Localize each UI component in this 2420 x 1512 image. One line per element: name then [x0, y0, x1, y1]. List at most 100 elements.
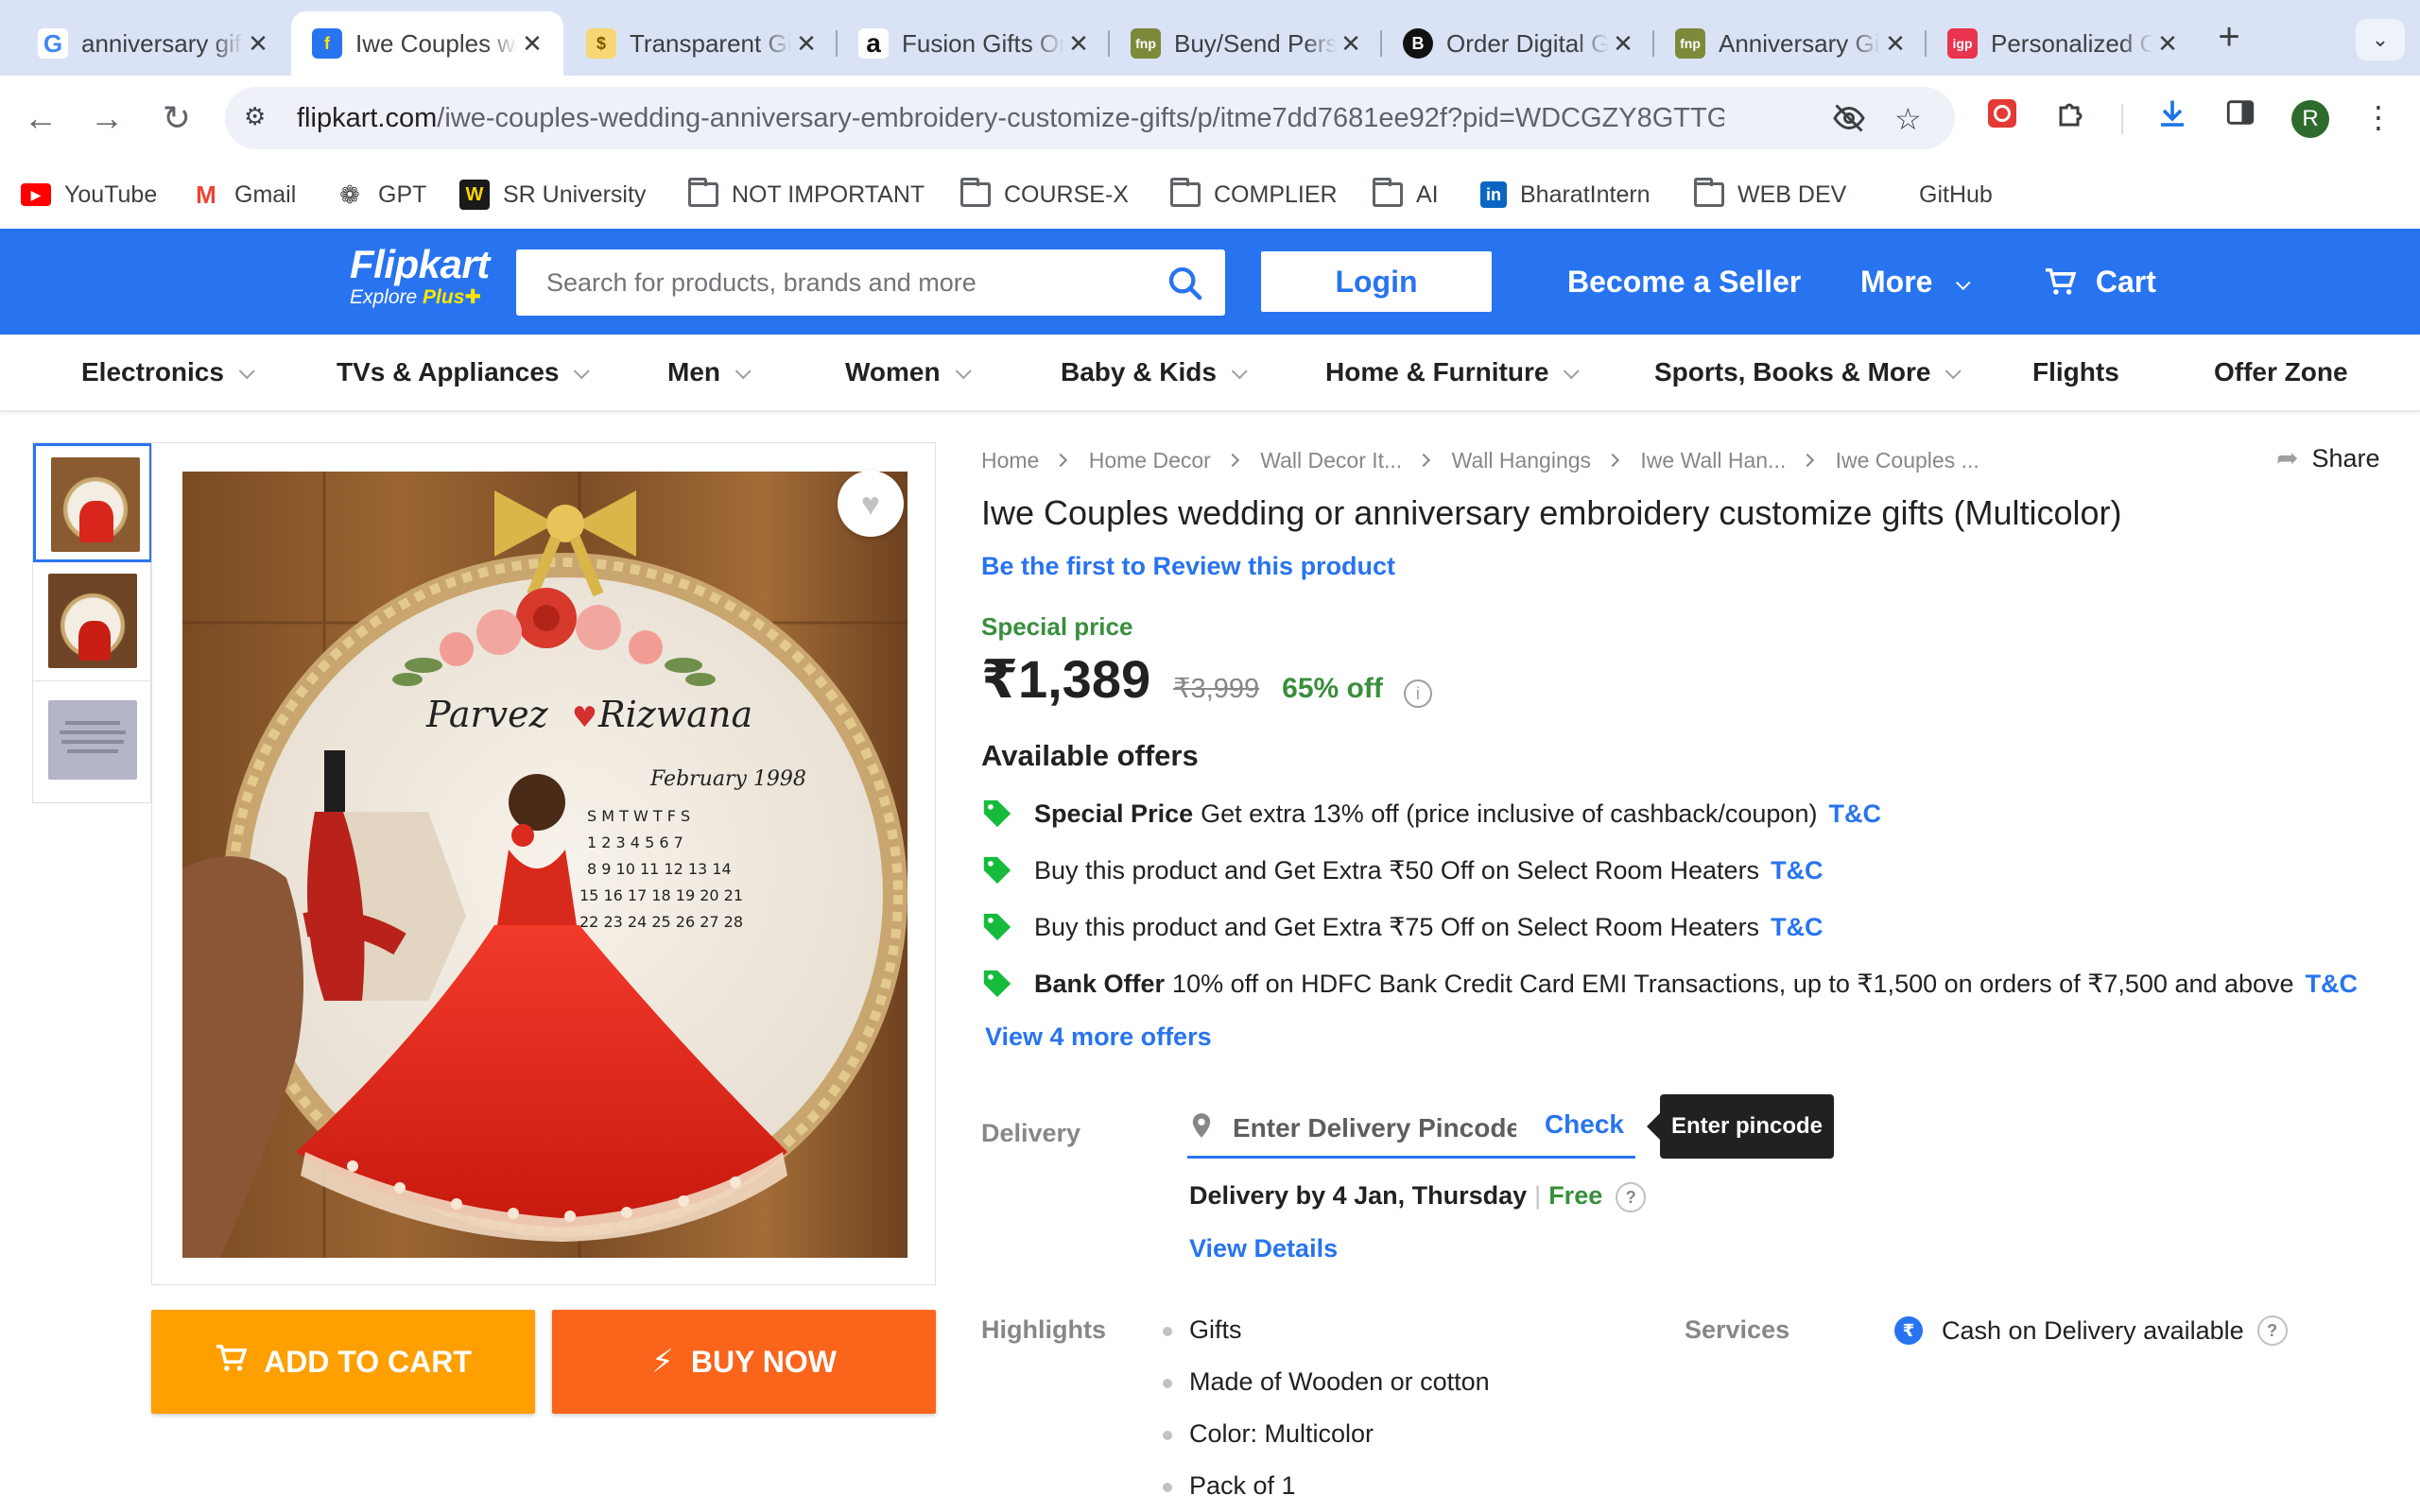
bookmark-gmail[interactable]: M Gmail	[191, 178, 296, 212]
share-button[interactable]: ➦ Share	[2276, 442, 2380, 473]
eye-off-icon[interactable]	[1832, 101, 1866, 143]
close-tab-icon[interactable]: ✕	[1064, 29, 1093, 59]
category-home-furniture[interactable]: Home & Furniture	[1325, 357, 1581, 387]
bookmark-sr-university[interactable]: W SR University	[459, 178, 646, 212]
more-menu[interactable]: More	[1860, 265, 1971, 300]
address-bar[interactable]: ⚙ flipkart.com/iwe-couples-wedding-anniv…	[225, 87, 1955, 149]
category-offer-zone[interactable]: Offer Zone	[2214, 357, 2348, 387]
browser-tab[interactable]: B Order Digital Gifts ✕	[1382, 11, 1654, 76]
bookmark-gpt[interactable]: ❁ GPT	[335, 178, 426, 212]
search-icon[interactable]	[1167, 265, 1204, 302]
help-icon[interactable]: ?	[1616, 1181, 1647, 1212]
tab-search-button[interactable]: ⌄	[2356, 19, 2405, 60]
service-item: ₹ Cash on Delivery available ?	[1894, 1315, 2288, 1346]
close-tab-icon[interactable]: ✕	[2153, 29, 2182, 59]
bookmark-folder[interactable]: NOT IMPORTANT	[688, 178, 925, 212]
bookmark-label: GPT	[378, 180, 427, 208]
info-icon[interactable]: i	[1403, 679, 1432, 708]
extension-icon[interactable]	[1981, 96, 2023, 138]
browser-tab[interactable]: a Fusion Gifts Online ✕	[838, 11, 1110, 76]
breadcrumb-item[interactable]: Home Decor	[1089, 448, 1211, 472]
profile-avatar[interactable]: R	[2291, 100, 2329, 138]
back-icon[interactable]: ←	[19, 96, 62, 140]
bookmark-bharatintern[interactable]: in BharatIntern	[1480, 178, 1651, 212]
offer-tc-link[interactable]: T&C	[1771, 856, 1824, 885]
site-settings-icon[interactable]: ⚙	[244, 102, 276, 134]
breadcrumb-item[interactable]: Home	[981, 448, 1039, 472]
review-link[interactable]: Be the first to Review this product	[981, 552, 1395, 581]
login-button[interactable]: Login	[1261, 251, 1492, 312]
url-text[interactable]: flipkart.com/iwe-couples-wedding-anniver…	[297, 103, 1724, 134]
category-men[interactable]: Men	[667, 357, 752, 387]
browser-tab-active[interactable]: f Iwe Couples wedding ✕	[291, 11, 563, 76]
category-women[interactable]: Women	[845, 357, 972, 387]
close-tab-icon[interactable]: ✕	[1609, 29, 1637, 59]
category-tvs-appliances[interactable]: TVs & Appliances	[337, 357, 591, 387]
thumbnail-1[interactable]	[33, 443, 152, 562]
bookmark-folder[interactable]: COMPLIER	[1170, 178, 1338, 212]
new-tab-button[interactable]: +	[2210, 18, 2248, 57]
breadcrumb-item[interactable]: Wall Hangings	[1452, 448, 1591, 472]
flipkart-logo[interactable]: Flipkart Explore Plus✚	[350, 242, 490, 309]
wishlist-heart-icon[interactable]: ♥	[838, 471, 904, 537]
offer-tc-link[interactable]: T&C	[1828, 799, 1881, 829]
close-tab-icon[interactable]: ✕	[1881, 29, 1910, 59]
forward-icon[interactable]: →	[85, 96, 129, 140]
bookmark-folder[interactable]: COURSE-X	[960, 178, 1129, 212]
browser-tab[interactable]: G anniversary gift ✕	[17, 11, 289, 76]
breadcrumb-item[interactable]: Iwe Couples ...	[1836, 448, 1979, 472]
category-sports-books[interactable]: Sports, Books & More	[1654, 357, 1962, 387]
bookmark-folder[interactable]: WEB DEV	[1694, 178, 1846, 212]
help-icon[interactable]: ?	[2256, 1315, 2288, 1346]
offer-tc-link[interactable]: T&C	[2306, 970, 2359, 999]
category-baby-kids[interactable]: Baby & Kids	[1061, 357, 1248, 387]
browser-tab[interactable]: igp Personalized Gifts ✕	[1927, 11, 2199, 76]
offer-tc-link[interactable]: T&C	[1771, 913, 1824, 942]
close-tab-icon[interactable]: ✕	[518, 29, 546, 59]
pincode-input[interactable]	[1233, 1108, 1516, 1149]
location-pin-icon	[1191, 1113, 1212, 1144]
reload-icon[interactable]: ↻	[155, 96, 199, 140]
thumbnail-3[interactable]	[33, 681, 152, 800]
offer-text: Get extra 13% off (price inclusive of ca…	[1201, 799, 1818, 828]
view-details-link[interactable]: View Details	[1189, 1234, 1338, 1263]
category-electronics[interactable]: Electronics	[81, 357, 255, 387]
breadcrumb-item[interactable]: Wall Decor It...	[1260, 448, 1402, 472]
chevron-down-icon	[574, 363, 591, 380]
add-to-cart-button[interactable]: ADD TO CART	[151, 1310, 535, 1414]
product-thumbnail-image	[51, 457, 140, 552]
become-seller-link[interactable]: Become a Seller	[1567, 265, 1801, 300]
tab-title: Buy/Send Personalised	[1174, 28, 1337, 58]
browser-tab[interactable]: $ Transparent Gifts ✕	[565, 11, 838, 76]
check-pincode-button[interactable]: Check	[1545, 1109, 1624, 1140]
chevron-right-icon	[1801, 453, 1815, 468]
side-panel-icon[interactable]	[2220, 96, 2261, 138]
offer-item: Buy this product and Get Extra ₹50 Off o…	[981, 854, 1824, 886]
thumbnail-2[interactable]	[33, 562, 152, 681]
bookmark-folder[interactable]: AI	[1373, 178, 1439, 212]
browser-tab[interactable]: fnp Buy/Send Personalised ✕	[1110, 11, 1382, 76]
tab-title: anniversary gift	[81, 28, 244, 58]
view-more-offers-link[interactable]: View 4 more offers	[985, 1022, 1212, 1052]
share-label: Share	[2311, 444, 2380, 472]
menu-kebab-icon[interactable]: ⋮	[2358, 96, 2399, 138]
star-icon[interactable]: ☆	[1894, 101, 1922, 137]
offers-heading: Available offers	[981, 739, 1199, 772]
close-tab-icon[interactable]: ✕	[244, 29, 272, 59]
search-input[interactable]	[516, 249, 1159, 316]
cart-link[interactable]: Cart	[2044, 265, 2156, 300]
breadcrumb-item[interactable]: Iwe Wall Han...	[1640, 448, 1786, 472]
puzzle-icon[interactable]	[2051, 96, 2093, 138]
download-icon[interactable]	[2152, 96, 2193, 138]
category-flights[interactable]: Flights	[2032, 357, 2119, 387]
bookmark-youtube[interactable]: ▶ YouTube	[21, 178, 157, 212]
bookmark-label: NOT IMPORTANT	[732, 180, 925, 208]
logo-sub-prefix: Explore	[350, 286, 418, 308]
close-tab-icon[interactable]: ✕	[1337, 29, 1365, 59]
bookmark-github[interactable]: GitHub	[1919, 178, 1993, 212]
close-tab-icon[interactable]: ✕	[792, 29, 821, 59]
chevron-down-icon	[955, 363, 972, 380]
buy-now-button[interactable]: ⚡ BUY NOW	[552, 1310, 936, 1414]
offer-tag-icon	[983, 913, 1011, 941]
browser-tab[interactable]: fnp Anniversary Gifts ✕	[1654, 11, 1927, 76]
